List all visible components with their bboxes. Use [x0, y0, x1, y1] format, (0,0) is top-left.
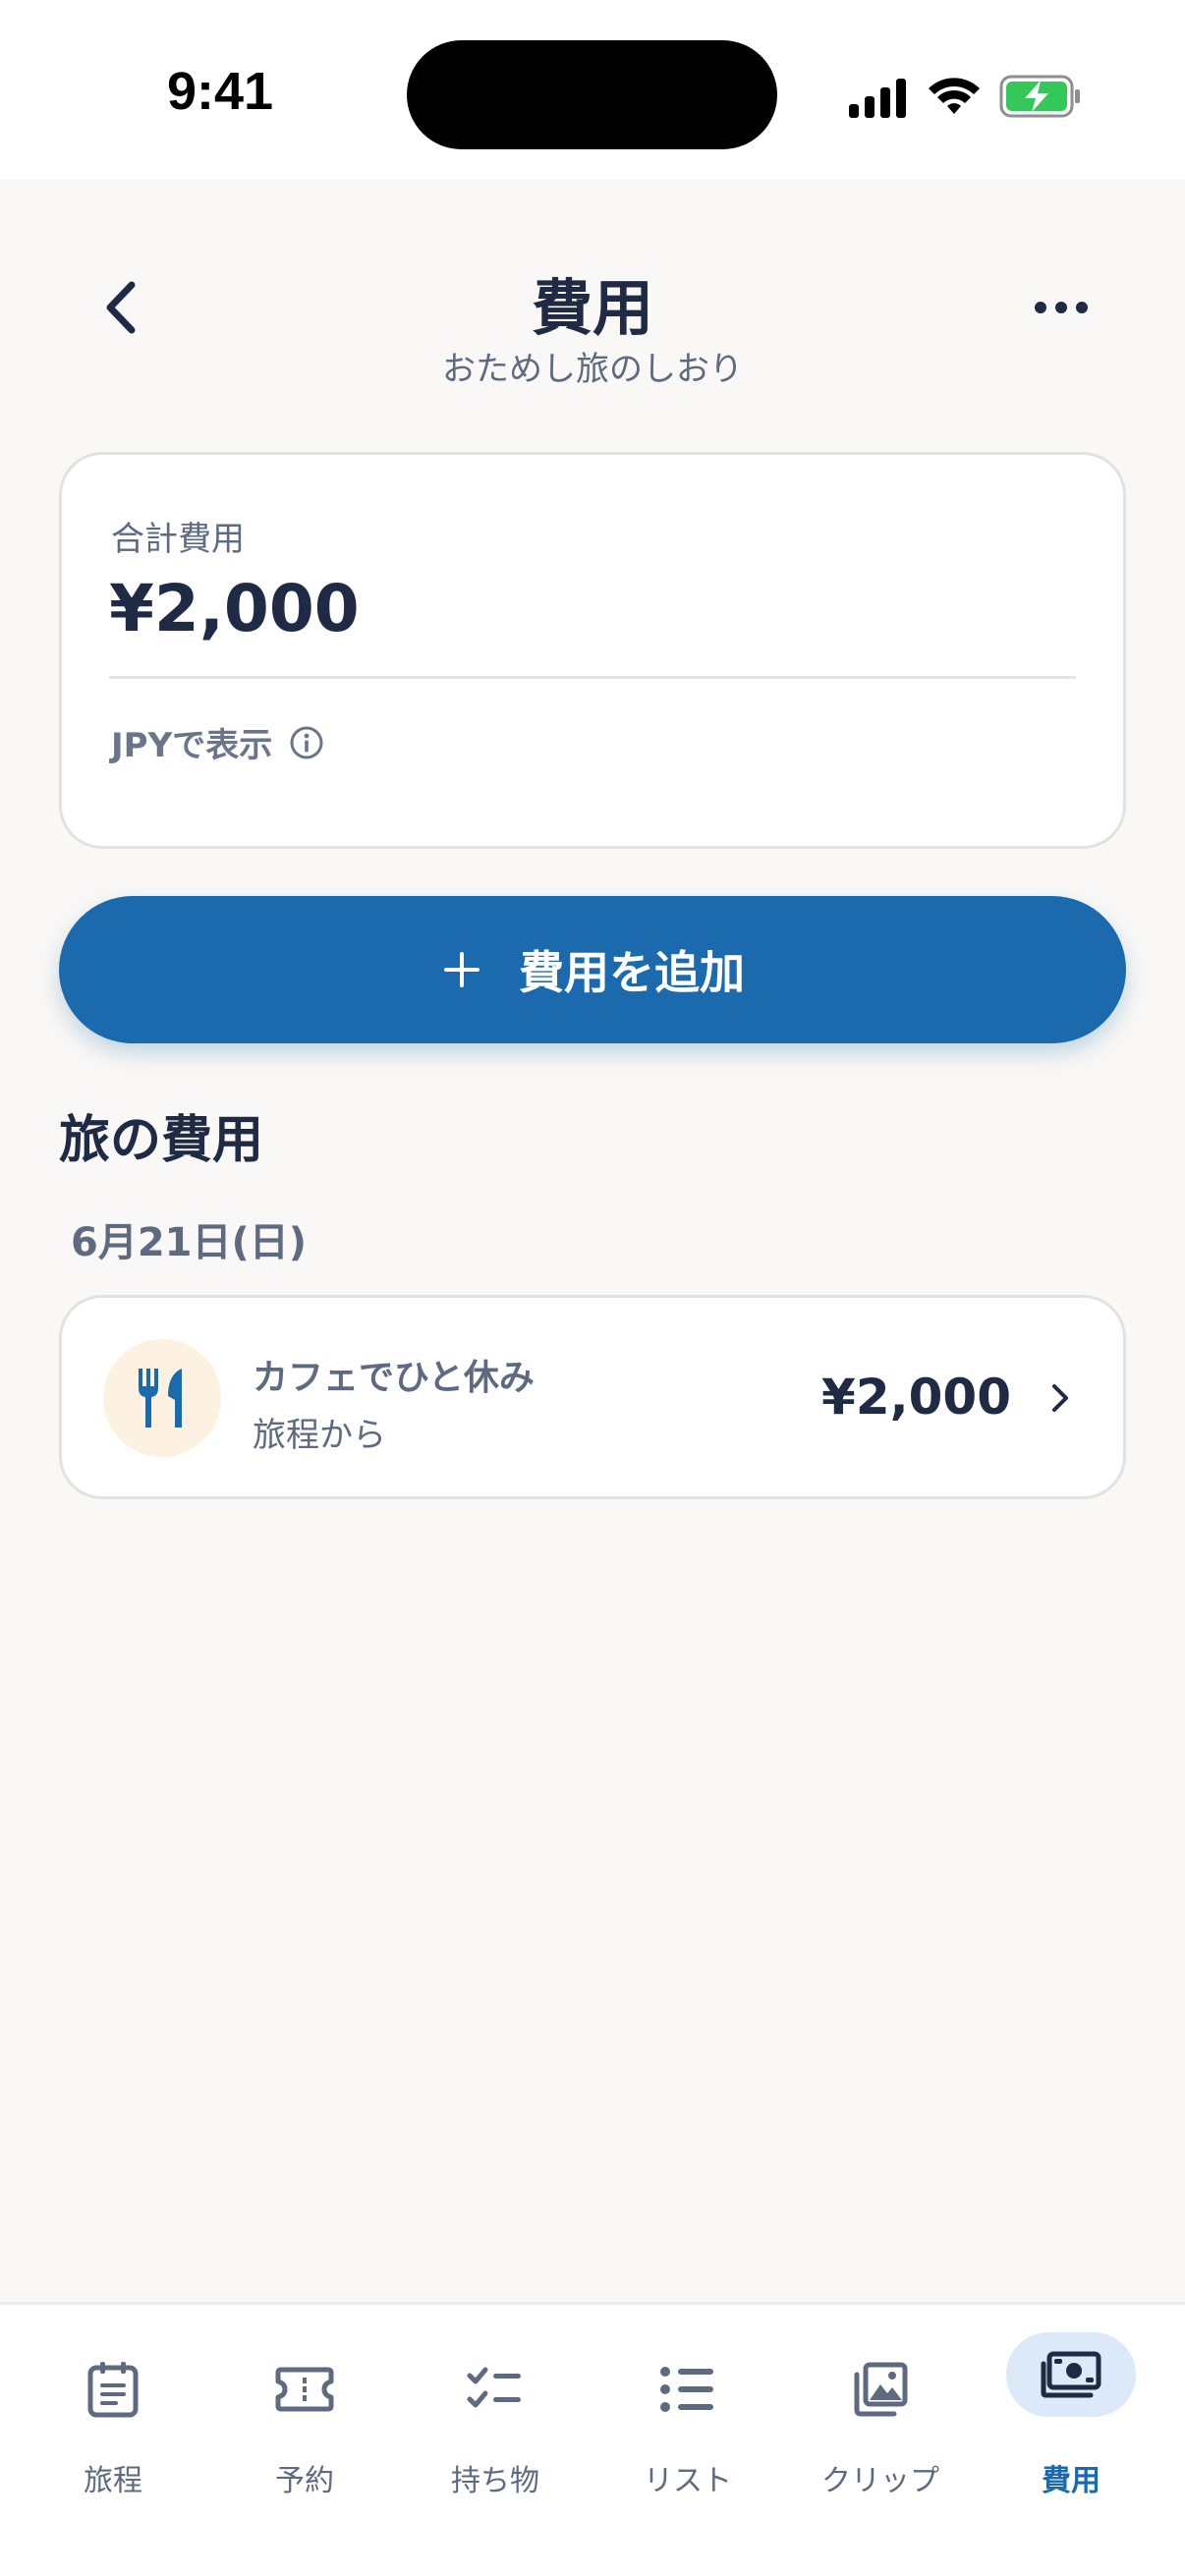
page-title: 費用: [531, 272, 653, 344]
signal-icon: [849, 79, 906, 118]
status-time: 9:41: [167, 62, 274, 121]
ticket-icon: [265, 2350, 344, 2429]
photo-icon: [841, 2350, 920, 2429]
itinerary-icon: [74, 2350, 152, 2429]
expense-source: 旅程から: [253, 1416, 386, 1455]
tab-packing[interactable]: 持ち物: [407, 2328, 584, 2525]
tab-label: 費用: [1042, 2464, 1100, 2498]
tab-bar: 旅程 予約 持ち物 リスト クリップ 費用: [0, 2302, 1185, 2576]
tab-label: リスト: [644, 2464, 732, 2498]
divider: [109, 676, 1076, 679]
section-title: 旅の費用: [59, 1111, 264, 1170]
date-header: 6月21日(日): [71, 1220, 308, 1265]
money-icon: [1032, 2332, 1110, 2417]
tab-itinerary[interactable]: 旅程: [25, 2328, 201, 2525]
fork-knife-icon: [139, 1369, 182, 1428]
chevron-right-icon: [1052, 1384, 1068, 1412]
add-expense-button[interactable]: 費用を追加: [59, 896, 1126, 1043]
wifi-icon: [929, 78, 980, 114]
tab-clips[interactable]: クリップ: [792, 2328, 969, 2525]
page-header: 費用 おためし旅のしおり: [0, 180, 1185, 406]
total-cost-amount: ¥2,000: [109, 571, 360, 646]
tab-expenses[interactable]: 費用: [983, 2328, 1159, 2525]
total-cost-card: 合計費用 ¥2,000 JPYで表示: [59, 452, 1126, 849]
currency-note: JPYで表示: [111, 718, 325, 766]
add-expense-label: 費用を追加: [519, 946, 745, 999]
tab-label: 持ち物: [451, 2464, 539, 2498]
checklist-icon: [456, 2350, 535, 2429]
page-subtitle: おためし旅のしおり: [442, 350, 743, 389]
total-cost-label: 合計費用: [111, 520, 245, 559]
battery-charging-icon: [999, 75, 1080, 118]
category-badge: [103, 1339, 221, 1457]
tab-label: 予約: [275, 2464, 334, 2498]
more-options-icon[interactable]: [1027, 283, 1096, 332]
tab-label: クリップ: [821, 2464, 939, 2498]
tab-reservations[interactable]: 予約: [216, 2328, 393, 2525]
tab-label: 旅程: [84, 2464, 142, 2498]
status-bar: 9:41: [0, 0, 1185, 180]
dynamic-island: [407, 40, 777, 149]
expense-amount: ¥2,000: [821, 1369, 1011, 1426]
plus-icon: [444, 952, 480, 987]
expense-name: カフェでひと休み: [253, 1358, 535, 1398]
expense-item[interactable]: カフェでひと休み 旅程から ¥2,000: [59, 1295, 1126, 1499]
tab-list[interactable]: リスト: [599, 2328, 776, 2525]
list-icon: [649, 2350, 727, 2429]
currency-note-label: JPYで表示: [111, 726, 273, 765]
info-icon[interactable]: [288, 724, 325, 761]
